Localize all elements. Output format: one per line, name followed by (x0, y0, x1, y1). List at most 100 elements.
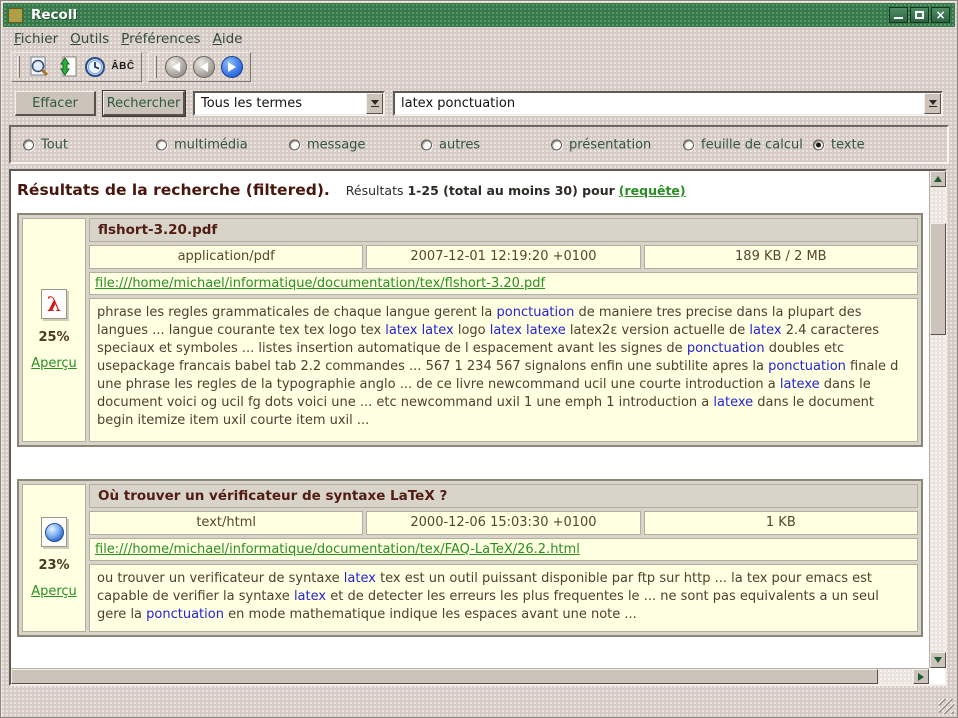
arrow-down-icon (934, 657, 942, 663)
toolbar-handle[interactable] (17, 56, 20, 78)
result-size: 189 KB / 2 MB (644, 245, 918, 269)
result-mime: application/pdf (89, 245, 363, 269)
filter-bar: Tout multimédia message autres présentat… (9, 125, 949, 164)
menu-fichier[interactable]: Fichier (14, 31, 58, 47)
abc-spell-icon: ÂBĈ (111, 61, 134, 72)
search-mode-dropdown-button[interactable] (366, 93, 383, 114)
next-page-button[interactable] (219, 54, 245, 80)
vertical-scroll-thumb[interactable] (930, 223, 946, 335)
previous-page-icon (193, 56, 215, 78)
filter-label: Tout (41, 137, 68, 152)
clock-icon (84, 56, 106, 78)
filter-tout[interactable]: Tout (23, 137, 68, 152)
close-button[interactable]: × (931, 7, 950, 23)
results-count-prefix: Résultats (346, 183, 404, 198)
document-magnifier-icon (27, 55, 51, 79)
radio-icon[interactable] (156, 139, 167, 150)
search-input[interactable] (395, 93, 924, 114)
filter-label: feuille de calcul (701, 137, 803, 152)
filter-feuille-de-calcul[interactable]: feuille de calcul (683, 137, 803, 152)
radio-icon[interactable] (683, 139, 694, 150)
result-date: 2007-12-01 12:19:20 +0100 (366, 245, 640, 269)
maximize-icon (915, 11, 924, 19)
result-url-link[interactable]: file:///home/michael/informatique/docume… (95, 276, 545, 291)
search-button[interactable]: Rechercher (103, 91, 185, 116)
globe-icon (45, 523, 64, 542)
filter-label: multimédia (174, 137, 248, 152)
history-button[interactable] (82, 54, 108, 80)
search-mode-select[interactable]: Tous les termes (193, 91, 385, 116)
result-size: 1 KB (644, 511, 918, 535)
chevron-down-icon (929, 100, 937, 105)
menu-aide[interactable]: Aide (213, 31, 243, 47)
radio-icon[interactable] (813, 139, 824, 150)
search-query-dropdown-button[interactable] (924, 93, 941, 114)
horizontal-scrollbar[interactable] (11, 668, 929, 684)
clear-button[interactable]: Effacer (15, 91, 96, 116)
radio-icon[interactable] (551, 139, 562, 150)
radio-icon[interactable] (289, 139, 300, 150)
preview-link[interactable]: Aperçu (31, 356, 77, 371)
toolbar-group-nav (148, 52, 251, 82)
scroll-down-button[interactable] (930, 652, 946, 668)
radio-icon[interactable] (23, 139, 34, 150)
recoll-window: Recoll × Fichier Outils Préférences Aide (0, 0, 958, 718)
result-item: 23% Aperçu Où trouver un vérificateur de… (17, 479, 923, 637)
result-snippet: ou trouver un verificateur de syntaxe la… (89, 564, 918, 632)
preview-link[interactable]: Aperçu (31, 584, 77, 599)
search-mode-value: Tous les termes (195, 93, 366, 114)
minimize-icon (894, 11, 903, 19)
arrow-right-icon (918, 673, 924, 681)
horizontal-scroll-thumb[interactable] (11, 669, 878, 684)
pdf-file-icon: λ (41, 289, 67, 319)
update-index-button[interactable] (54, 54, 80, 80)
titlebar[interactable]: Recoll × (3, 3, 955, 27)
first-page-button[interactable] (163, 54, 189, 80)
arrow-up-icon (934, 176, 942, 182)
term-explorer-button[interactable]: ÂBĈ (110, 54, 136, 80)
result-url-row: file:///home/michael/informatique/docume… (89, 272, 918, 295)
chevron-down-icon (371, 100, 379, 105)
filter-label: message (307, 137, 365, 152)
menubar: Fichier Outils Préférences Aide (3, 28, 955, 49)
results-widget: Résultats de la recherche (filtered). Rés… (9, 169, 947, 686)
search-query-combo[interactable] (393, 91, 943, 116)
result-url-link[interactable]: file:///home/michael/informatique/docume… (95, 542, 580, 557)
menu-outils[interactable]: Outils (70, 31, 109, 47)
filter-multimedia[interactable]: multimédia (156, 137, 248, 152)
result-title: flshort-3.20.pdf (89, 218, 918, 242)
query-link[interactable]: (requête) (619, 183, 686, 198)
filter-autres[interactable]: autres (421, 137, 480, 152)
filter-label: autres (439, 137, 480, 152)
vertical-scrollbar[interactable] (929, 171, 945, 668)
window-controls: × (889, 7, 950, 23)
relevance-percent: 23% (38, 558, 69, 573)
maximize-button[interactable] (910, 7, 929, 23)
result-date: 2000-12-06 15:03:30 +0100 (366, 511, 640, 535)
result-meta-row: text/html 2000-12-06 15:03:30 +0100 1 KB (89, 511, 918, 535)
filter-presentation[interactable]: présentation (551, 137, 651, 152)
filter-message[interactable]: message (289, 137, 365, 152)
scrollbar-corner (929, 668, 945, 684)
window-title: Recoll (31, 7, 77, 23)
result-item: λ 25% Aperçu flshort-3.20.pdf applicatio… (17, 213, 923, 447)
previous-page-button[interactable] (191, 54, 217, 80)
preview-document-button[interactable] (26, 54, 52, 80)
search-row: Effacer Rechercher Tous les termes (1, 89, 957, 119)
first-page-icon (165, 56, 187, 78)
scroll-right-button[interactable] (913, 669, 929, 684)
app-icon (8, 8, 23, 23)
result-mime: text/html (89, 511, 363, 535)
result-title: Où trouver un vérificateur de syntaxe La… (89, 484, 918, 508)
filter-texte[interactable]: texte (813, 137, 865, 152)
minimize-button[interactable] (889, 7, 908, 23)
radio-icon[interactable] (421, 139, 432, 150)
results-range: 1-25 (total au moins 30) pour (407, 183, 614, 198)
results-title: Résultats de la recherche (filtered). (17, 181, 330, 199)
resize-grip[interactable] (939, 699, 954, 714)
next-page-icon (221, 56, 243, 78)
result-side-panel: 23% Aperçu (22, 484, 86, 632)
menu-preferences[interactable]: Préférences (121, 31, 200, 47)
scroll-up-button[interactable] (930, 171, 946, 187)
toolbar-handle[interactable] (154, 56, 157, 78)
